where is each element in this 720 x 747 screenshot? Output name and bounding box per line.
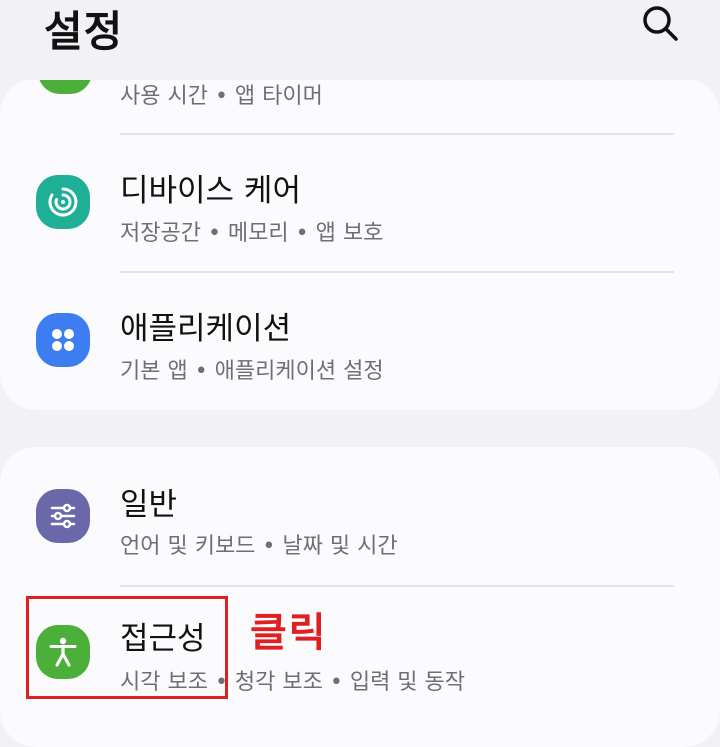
click-annotation: 클릭 bbox=[250, 610, 328, 656]
row-device-care-sub: 저장공간 • 메모리 • 앱 보호 bbox=[120, 221, 384, 246]
search-icon[interactable] bbox=[636, 0, 684, 48]
row-general-sub: 언어 및 키보드 • 날짜 및 시간 bbox=[120, 534, 398, 559]
row-applications-sub: 기본 앱 • 애플리케이션 설정 bbox=[120, 359, 384, 384]
row-applications[interactable]: 애플리케이션 기본 앱 • 애플리케이션 설정 bbox=[0, 273, 720, 410]
device-care-icon bbox=[36, 175, 90, 229]
row-usage-time-sub: 사용 시간 • 앱 타이머 bbox=[120, 84, 323, 109]
settings-card-device: 사용 시간 • 앱 타이머 디바이스 케어 저장공간 • 메모리 • 앱 보호 … bbox=[0, 78, 720, 410]
row-device-care-label: 디바이스 케어 bbox=[120, 173, 301, 209]
app-header: 설정 bbox=[0, 0, 720, 80]
row-general-label: 일반 bbox=[120, 487, 178, 523]
row-usage-time[interactable]: 사용 시간 • 앱 타이머 bbox=[0, 78, 720, 134]
digital-wellbeing-icon bbox=[38, 78, 92, 94]
page-title: 설정 bbox=[44, 7, 124, 56]
row-general[interactable]: 일반 언어 및 키보드 • 날짜 및 시간 bbox=[0, 447, 720, 585]
sliders-icon bbox=[36, 489, 90, 543]
apps-grid-icon bbox=[36, 313, 90, 367]
row-device-care[interactable]: 디바이스 케어 저장공간 • 메모리 • 앱 보호 bbox=[0, 135, 720, 271]
click-highlight-box bbox=[26, 596, 228, 699]
row-applications-label: 애플리케이션 bbox=[120, 311, 292, 347]
